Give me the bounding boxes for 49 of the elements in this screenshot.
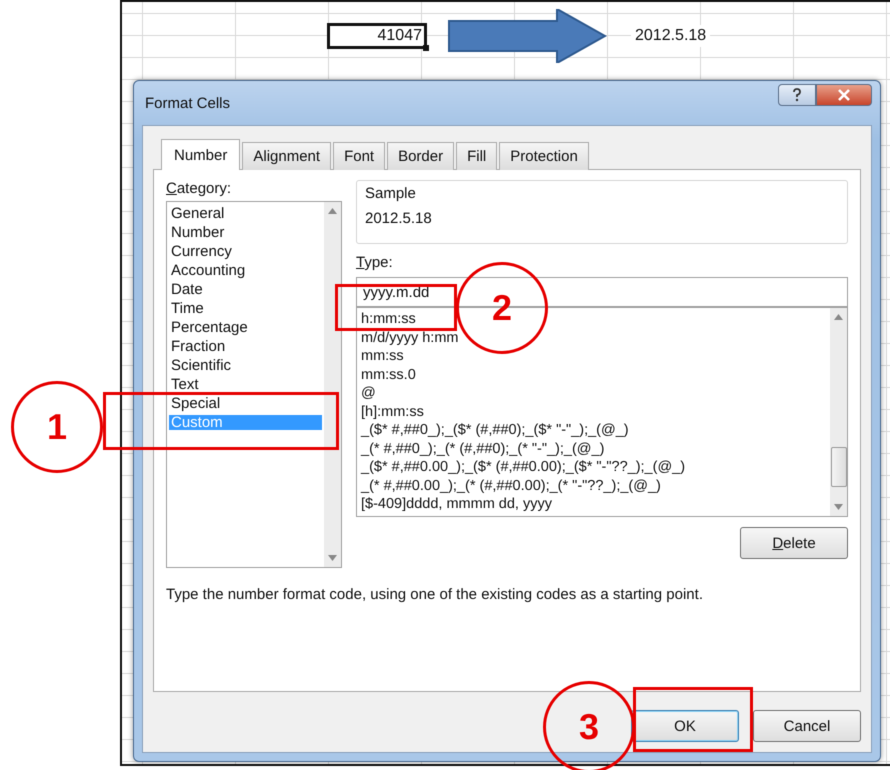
category-item[interactable]: Time bbox=[169, 301, 322, 316]
description-text: Type the number format code, using one of the existing codes as a starting point. bbox=[166, 586, 704, 603]
format-item[interactable]: mm:ss.0 bbox=[361, 366, 826, 384]
type-label: Type: bbox=[356, 254, 394, 271]
scroll-down-icon[interactable] bbox=[834, 504, 843, 510]
scroll-down-icon[interactable] bbox=[328, 555, 337, 561]
category-item[interactable]: Fraction bbox=[169, 339, 322, 354]
category-item[interactable]: Accounting bbox=[169, 263, 322, 278]
category-item[interactable]: General bbox=[169, 206, 322, 221]
category-item[interactable]: Scientific bbox=[169, 358, 322, 373]
cancel-button[interactable]: Cancel bbox=[753, 710, 861, 742]
category-item[interactable]: Number bbox=[169, 225, 322, 240]
format-item[interactable]: _($* #,##0.00_);_($* (#,##0.00);_($* "-"??_);_(@_) bbox=[361, 458, 826, 476]
step-number: 2 bbox=[456, 262, 548, 354]
category-item[interactable]: Text bbox=[169, 377, 322, 392]
right-arrow-icon bbox=[447, 9, 607, 63]
format-item[interactable]: _(* #,##0.00_);_(* (#,##0.00);_(* "-"??_);_(@_) bbox=[361, 476, 826, 495]
category-item[interactable]: Currency bbox=[169, 244, 322, 259]
result-value: 2012.5.18 bbox=[631, 25, 710, 47]
category-item[interactable]: Special bbox=[169, 396, 322, 411]
scroll-up-icon[interactable] bbox=[834, 314, 843, 320]
format-item[interactable]: @ bbox=[361, 384, 826, 402]
ok-button[interactable]: OK bbox=[631, 710, 739, 742]
close-button[interactable] bbox=[816, 84, 872, 106]
category-item[interactable]: Percentage bbox=[169, 320, 322, 335]
sample-value: 2012.5.18 bbox=[365, 210, 433, 227]
category-item[interactable]: Date bbox=[169, 282, 322, 297]
selected-cell[interactable]: 41047 bbox=[327, 23, 427, 49]
scroll-thumb[interactable] bbox=[830, 447, 846, 487]
close-icon bbox=[837, 89, 851, 101]
format-item[interactable]: _($* #,##0_);_($* (#,##0);_($* "-"_);_(@_) bbox=[361, 421, 826, 440]
format-item[interactable]: _(* #,##0_);_(* (#,##0);_(* "-"_);_(@_) bbox=[361, 440, 826, 458]
dialog-title: Format Cells bbox=[145, 94, 232, 112]
category-label: Category: bbox=[166, 180, 232, 197]
format-item[interactable]: [h]:mm:ss bbox=[361, 402, 826, 421]
tab[interactable]: Border bbox=[387, 142, 454, 170]
tab[interactable]: Alignment bbox=[242, 142, 332, 170]
step-number: 1 bbox=[11, 381, 103, 473]
scroll-up-icon[interactable] bbox=[328, 208, 337, 214]
tab[interactable]: Font bbox=[333, 142, 386, 170]
help-button[interactable] bbox=[778, 84, 816, 106]
sample-label: Sample bbox=[365, 185, 417, 202]
format-item[interactable]: [$-409]dddd, mmmm dd, yyyy bbox=[361, 495, 826, 514]
step-number: 3 bbox=[543, 681, 635, 770]
tab[interactable]: Protection bbox=[499, 142, 589, 170]
delete-button[interactable]: Delete bbox=[740, 527, 848, 559]
tab[interactable]: Number bbox=[161, 139, 240, 170]
help-icon bbox=[792, 88, 802, 102]
tab[interactable]: Fill bbox=[456, 142, 498, 170]
